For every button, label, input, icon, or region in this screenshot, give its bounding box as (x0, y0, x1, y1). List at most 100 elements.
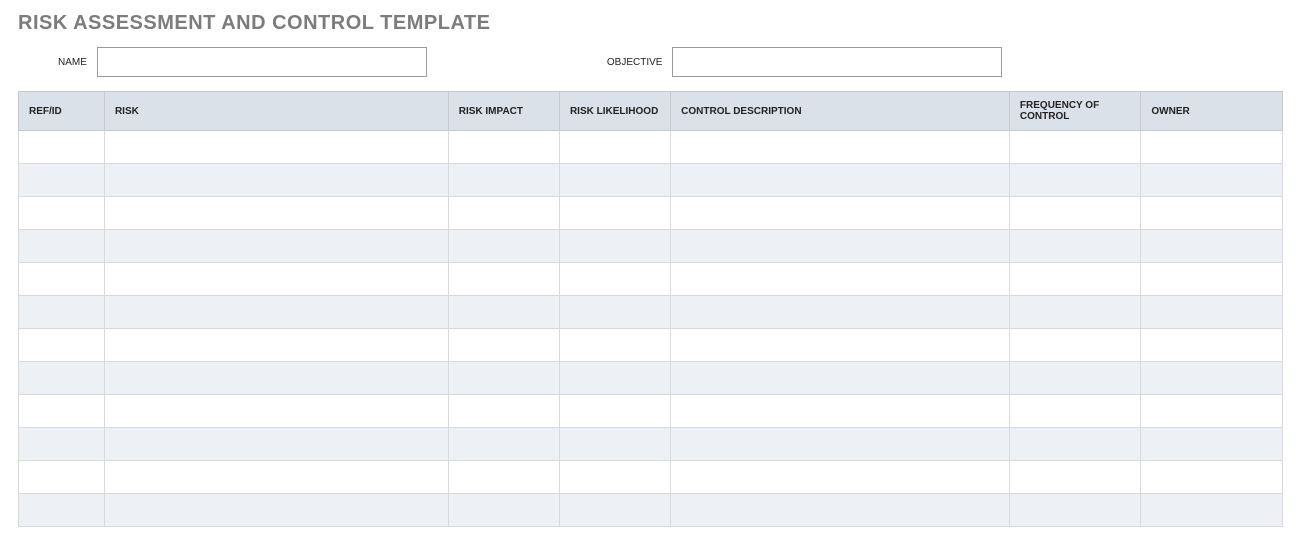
cell-control[interactable] (671, 296, 1010, 329)
cell-owner[interactable] (1141, 461, 1283, 494)
cell-owner[interactable] (1141, 263, 1283, 296)
table-row (19, 461, 1283, 494)
cell-risk[interactable] (104, 296, 448, 329)
cell-ref[interactable] (19, 494, 105, 527)
objective-input[interactable] (672, 47, 1002, 77)
cell-likelihood[interactable] (559, 164, 670, 197)
cell-owner[interactable] (1141, 395, 1283, 428)
cell-control[interactable] (671, 461, 1010, 494)
cell-risk[interactable] (104, 428, 448, 461)
cell-likelihood[interactable] (559, 197, 670, 230)
cell-control[interactable] (671, 428, 1010, 461)
cell-frequency[interactable] (1009, 494, 1140, 527)
cell-frequency[interactable] (1009, 428, 1140, 461)
cell-ref[interactable] (19, 263, 105, 296)
cell-impact[interactable] (448, 395, 559, 428)
cell-likelihood[interactable] (559, 461, 670, 494)
cell-risk[interactable] (104, 362, 448, 395)
cell-ref[interactable] (19, 428, 105, 461)
cell-impact[interactable] (448, 329, 559, 362)
cell-control[interactable] (671, 164, 1010, 197)
cell-frequency[interactable] (1009, 164, 1140, 197)
cell-control[interactable] (671, 494, 1010, 527)
name-label: NAME (58, 57, 87, 68)
cell-frequency[interactable] (1009, 461, 1140, 494)
cell-likelihood[interactable] (559, 230, 670, 263)
cell-likelihood[interactable] (559, 428, 670, 461)
cell-likelihood[interactable] (559, 362, 670, 395)
cell-ref[interactable] (19, 131, 105, 164)
cell-owner[interactable] (1141, 164, 1283, 197)
cell-likelihood[interactable] (559, 329, 670, 362)
cell-ref[interactable] (19, 395, 105, 428)
col-header-impact: RISK IMPACT (448, 92, 559, 131)
col-header-risk: RISK (104, 92, 448, 131)
table-row (19, 395, 1283, 428)
cell-control[interactable] (671, 230, 1010, 263)
cell-likelihood[interactable] (559, 296, 670, 329)
table-row (19, 197, 1283, 230)
cell-risk[interactable] (104, 164, 448, 197)
cell-frequency[interactable] (1009, 362, 1140, 395)
cell-ref[interactable] (19, 329, 105, 362)
cell-owner[interactable] (1141, 197, 1283, 230)
cell-frequency[interactable] (1009, 131, 1140, 164)
cell-owner[interactable] (1141, 362, 1283, 395)
cell-owner[interactable] (1141, 428, 1283, 461)
cell-impact[interactable] (448, 362, 559, 395)
cell-frequency[interactable] (1009, 296, 1140, 329)
table-header-row: REF/ID RISK RISK IMPACT RISK LIKELIHOOD … (19, 92, 1283, 131)
cell-owner[interactable] (1141, 296, 1283, 329)
page-title: RISK ASSESSMENT AND CONTROL TEMPLATE (18, 12, 1283, 35)
cell-likelihood[interactable] (559, 395, 670, 428)
cell-impact[interactable] (448, 494, 559, 527)
cell-frequency[interactable] (1009, 197, 1140, 230)
cell-impact[interactable] (448, 296, 559, 329)
cell-control[interactable] (671, 263, 1010, 296)
cell-ref[interactable] (19, 296, 105, 329)
cell-impact[interactable] (448, 164, 559, 197)
objective-field: OBJECTIVE (607, 47, 1003, 77)
cell-control[interactable] (671, 329, 1010, 362)
cell-risk[interactable] (104, 131, 448, 164)
cell-impact[interactable] (448, 131, 559, 164)
cell-owner[interactable] (1141, 230, 1283, 263)
col-header-control: CONTROL DESCRIPTION (671, 92, 1010, 131)
cell-ref[interactable] (19, 362, 105, 395)
table-row (19, 494, 1283, 527)
cell-control[interactable] (671, 131, 1010, 164)
cell-risk[interactable] (104, 230, 448, 263)
col-header-likelihood: RISK LIKELIHOOD (559, 92, 670, 131)
cell-risk[interactable] (104, 395, 448, 428)
cell-ref[interactable] (19, 197, 105, 230)
cell-frequency[interactable] (1009, 329, 1140, 362)
cell-owner[interactable] (1141, 329, 1283, 362)
cell-owner[interactable] (1141, 131, 1283, 164)
cell-risk[interactable] (104, 329, 448, 362)
cell-ref[interactable] (19, 461, 105, 494)
cell-likelihood[interactable] (559, 263, 670, 296)
cell-owner[interactable] (1141, 494, 1283, 527)
cell-control[interactable] (671, 362, 1010, 395)
col-header-ref: REF/ID (19, 92, 105, 131)
cell-frequency[interactable] (1009, 230, 1140, 263)
cell-impact[interactable] (448, 461, 559, 494)
cell-impact[interactable] (448, 263, 559, 296)
cell-risk[interactable] (104, 461, 448, 494)
cell-risk[interactable] (104, 263, 448, 296)
cell-impact[interactable] (448, 428, 559, 461)
table-row (19, 296, 1283, 329)
cell-risk[interactable] (104, 197, 448, 230)
cell-likelihood[interactable] (559, 494, 670, 527)
cell-impact[interactable] (448, 197, 559, 230)
cell-control[interactable] (671, 197, 1010, 230)
cell-control[interactable] (671, 395, 1010, 428)
cell-risk[interactable] (104, 494, 448, 527)
cell-impact[interactable] (448, 230, 559, 263)
cell-ref[interactable] (19, 230, 105, 263)
cell-likelihood[interactable] (559, 131, 670, 164)
cell-frequency[interactable] (1009, 395, 1140, 428)
cell-frequency[interactable] (1009, 263, 1140, 296)
name-input[interactable] (97, 47, 427, 77)
cell-ref[interactable] (19, 164, 105, 197)
